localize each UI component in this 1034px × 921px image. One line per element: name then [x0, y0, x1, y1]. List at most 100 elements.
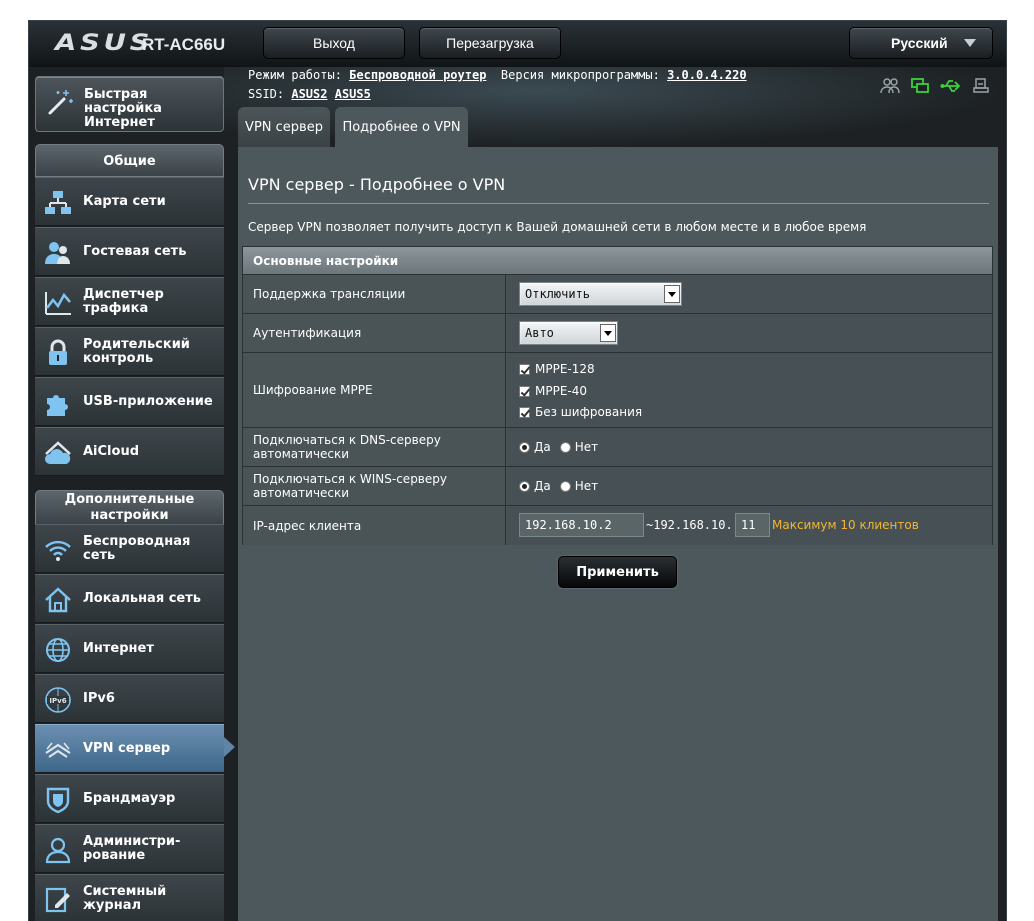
printer-icon[interactable] — [972, 77, 990, 95]
dns-yes-radio[interactable] — [519, 441, 530, 453]
no-encryption-checkbox[interactable]: Без шифрования — [519, 405, 642, 419]
mode-label: Режим работы: — [248, 68, 342, 82]
mppe-40-checkbox[interactable]: MPPE-40 — [519, 384, 587, 398]
firmware-label: Версия микропрограммы: — [500, 68, 660, 82]
sidebar-item-vpn[interactable]: VPN сервер — [35, 724, 224, 773]
sidebar-item-traffic-manager[interactable]: Диспетчер трафика — [35, 277, 224, 326]
broadcast-label: Поддержка трансляции — [243, 275, 506, 313]
dns-label: Подключаться к DNS-серверу автоматически — [243, 428, 506, 466]
sidebar-item-label: AiCloud — [83, 443, 140, 459]
checkbox-checked-icon — [519, 406, 530, 418]
router-admin-window: ASUS RT-AC66U Выход Перезагрузка Русский… — [28, 20, 1007, 921]
dropdown-arrow-icon — [600, 324, 616, 342]
wins-label: Подключаться к WINS-серверу автоматическ… — [243, 467, 506, 505]
top-bar: ASUS RT-AC66U Выход Перезагрузка Русский — [29, 21, 1006, 67]
usb-icon[interactable] — [940, 77, 962, 95]
ssid-label: SSID: — [248, 87, 285, 101]
magic-wand-icon — [48, 90, 73, 115]
sidebar-item-label: Локальная сеть — [83, 590, 201, 606]
sidebar-item-guest-network[interactable]: Гостевая сеть — [35, 227, 224, 276]
apply-button[interactable]: Применить — [558, 556, 677, 588]
sidebar-item-label: Брандмауэр — [83, 790, 176, 806]
wins-yes-radio[interactable] — [519, 480, 530, 492]
ipv6-icon: IPv6 — [45, 687, 71, 713]
mppe-label: Шифрование MPPE — [243, 353, 506, 427]
network-connected-icon[interactable] — [910, 77, 930, 95]
page-title: VPN сервер - Подробнее о VPN — [248, 175, 506, 194]
sidebar-item-label: USB-приложение — [83, 393, 213, 409]
sidebar-item-parental-control[interactable]: Родительский контроль — [35, 327, 224, 376]
ip-end-input[interactable]: 11 — [735, 513, 770, 537]
language-select[interactable]: Русский — [849, 27, 993, 59]
quick-setup-label: Быстрая настройка Интернет — [84, 87, 162, 130]
logout-button[interactable]: Выход — [263, 27, 405, 59]
ip-start-input[interactable]: 192.168.10.2 — [519, 513, 644, 537]
vpn-icon — [45, 742, 71, 758]
page-description: Сервер VPN позволяет получить доступ к В… — [248, 220, 867, 234]
title-divider — [248, 203, 989, 204]
shield-icon — [46, 787, 70, 814]
mode-link[interactable]: Беспроводной роутер — [349, 68, 486, 82]
language-value: Русский — [891, 35, 948, 51]
globe-icon — [46, 638, 70, 662]
row-dns: Подключаться к DNS-серверу автоматически… — [243, 428, 992, 467]
sidebar-item-label: IPv6 — [83, 690, 115, 706]
sidebar-item-label: Интернет — [83, 640, 154, 656]
quick-setup-button[interactable]: Быстрая настройка Интернет — [35, 76, 224, 132]
checkbox-checked-icon — [519, 385, 530, 397]
sidebar-item-label: Диспетчер трафика — [83, 286, 164, 316]
active-item-pointer — [224, 737, 235, 757]
sidebar-item-syslog[interactable]: Системный журнал — [35, 874, 224, 921]
tab-vpn-details[interactable]: Подробнее о VPN — [335, 107, 468, 147]
sidebar-item-label: Системный журнал — [83, 883, 167, 913]
clients-icon[interactable] — [880, 77, 900, 95]
status-icons — [880, 77, 990, 97]
sidebar-item-label: Администри-рование — [83, 833, 181, 863]
auth-value: Авто — [525, 326, 554, 340]
wins-no-label: Нет — [574, 479, 599, 493]
chevron-down-icon — [964, 39, 976, 47]
svg-text:IPv6: IPv6 — [49, 697, 66, 705]
ssid-link-2[interactable]: ASUS5 — [335, 87, 371, 101]
row-client-ip: IP-адрес клиента 192.168.10.2 ~192.168.1… — [243, 506, 992, 545]
no-encryption-label: Без шифрования — [535, 405, 643, 419]
wins-no-radio[interactable] — [559, 480, 571, 492]
auth-select[interactable]: Авто — [519, 321, 618, 345]
sidebar-item-network-map[interactable]: Карта сети — [35, 177, 224, 226]
puzzle-icon — [47, 395, 68, 416]
log-edit-icon — [45, 887, 70, 913]
model-name: RT-AC66U — [142, 35, 226, 54]
sidebar-item-ipv6[interactable]: IPv6 IPv6 — [35, 674, 224, 723]
dns-no-radio[interactable] — [559, 441, 571, 453]
dropdown-arrow-icon — [664, 285, 680, 303]
tab-vpn-server[interactable]: VPN сервер — [238, 107, 330, 147]
sidebar-item-label: Беспроводная сеть — [83, 533, 191, 563]
reboot-button[interactable]: Перезагрузка — [419, 27, 561, 59]
ip-range-separator: ~192.168.10. — [646, 518, 733, 532]
wins-yes-label: Да — [534, 479, 551, 493]
asus-logo[interactable]: ASUS — [55, 31, 153, 56]
sidebar-item-wireless[interactable]: Беспроводная сеть — [35, 524, 224, 573]
sidebar-item-internet[interactable]: Интернет — [35, 624, 224, 673]
guest-network-icon — [45, 242, 70, 264]
mppe-128-checkbox[interactable]: MPPE-128 — [519, 362, 595, 376]
sidebar-item-aicloud[interactable]: AiCloud — [35, 427, 224, 476]
mppe-40-label: MPPE-40 — [535, 384, 588, 398]
wireless-icon — [45, 540, 71, 561]
sidebar-item-firewall[interactable]: Брандмауэр — [35, 774, 224, 823]
settings-table: Основные настройки Поддержка трансляции … — [242, 246, 993, 545]
ssid-link-1[interactable]: ASUS2 — [291, 87, 327, 101]
broadcast-select[interactable]: Отключить — [519, 282, 682, 306]
row-authentication: Аутентификация Авто — [243, 314, 992, 353]
firmware-link[interactable]: 3.0.0.4.220 — [667, 68, 746, 82]
traffic-manager-icon — [45, 292, 71, 315]
sidebar-item-usb-app[interactable]: USB-приложение — [35, 377, 224, 426]
row-mppe: Шифрование MPPE MPPE-128 MPPE-40 Без шиф… — [243, 353, 992, 428]
checkbox-checked-icon — [519, 363, 530, 375]
lock-icon — [49, 339, 67, 365]
sidebar-item-administration[interactable]: Администри-рование — [35, 824, 224, 873]
aicloud-icon — [45, 441, 71, 464]
sidebar-item-lan[interactable]: Локальная сеть — [35, 574, 224, 623]
broadcast-value: Отключить — [525, 287, 591, 301]
row-wins: Подключаться к WINS-серверу автоматическ… — [243, 467, 992, 506]
